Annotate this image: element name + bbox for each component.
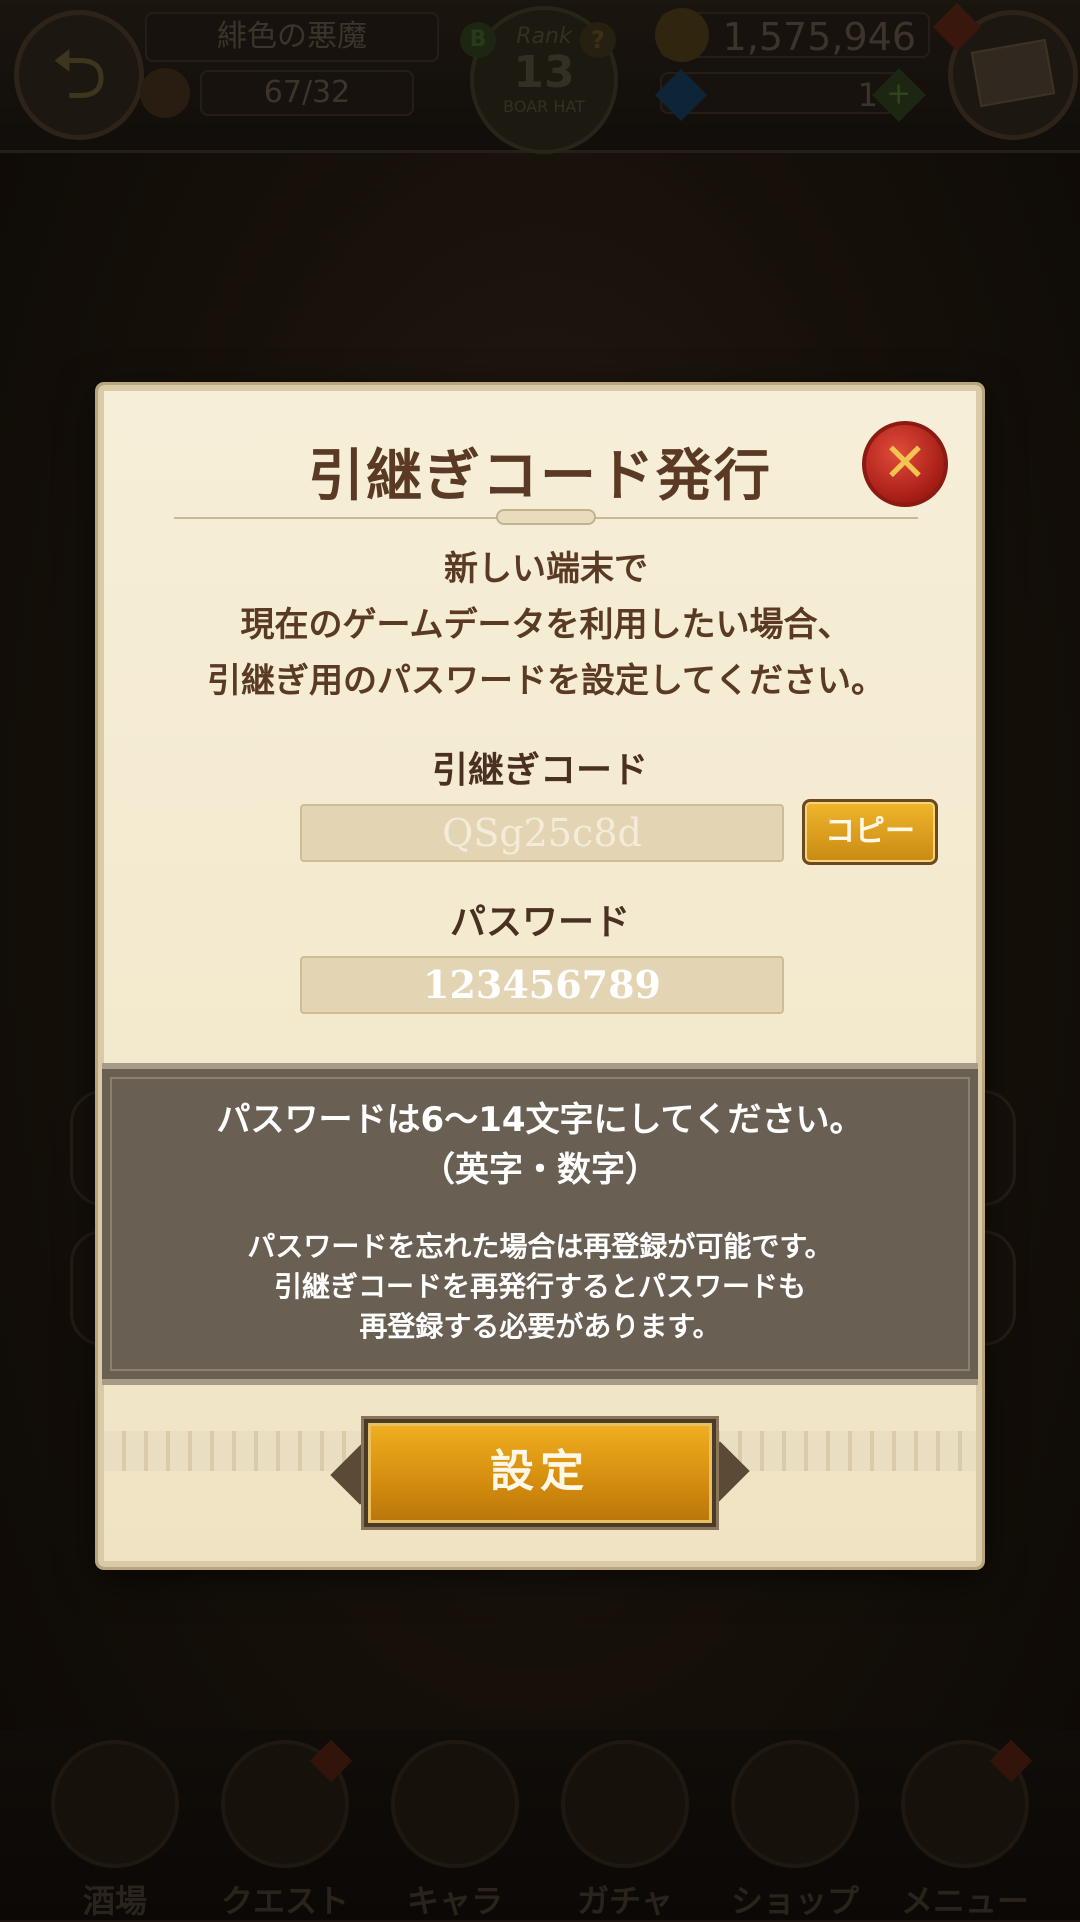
- password-note: パスワードを忘れた場合は再登録が可能です。 引継ぎコードを再発行するとパスワード…: [102, 1227, 978, 1347]
- copy-button[interactable]: コピー: [802, 799, 938, 865]
- transfer-code-label: 引継ぎコード: [431, 750, 648, 791]
- password-rules: パスワードは6〜14文字にしてください。 （英字・数字）: [102, 1095, 978, 1195]
- description-line: 新しい端末で: [444, 549, 648, 589]
- password-label: パスワード: [449, 902, 630, 943]
- password-input[interactable]: 123456789: [300, 956, 784, 1014]
- close-icon: ✕: [882, 431, 928, 494]
- note-line: パスワードを忘れた場合は再登録が可能です。: [247, 1230, 833, 1263]
- rule-line: （英字・数字）: [421, 1150, 659, 1190]
- note-line: 再登録する必要があります。: [359, 1310, 721, 1343]
- dialog-description: 新しい端末で 現在のゲームデータを利用したい場合、 引継ぎ用のパスワードを設定し…: [124, 541, 968, 709]
- set-password-button[interactable]: 設定: [364, 1419, 716, 1527]
- description-line: 引継ぎ用のパスワードを設定してください。: [207, 661, 885, 701]
- note-line: 引継ぎコードを再発行するとパスワードも: [273, 1270, 806, 1303]
- password-info-panel: パスワードは6〜14文字にしてください。 （英字・数字） パスワードを忘れた場合…: [102, 1063, 978, 1385]
- transfer-code-field: QSg25c8d: [300, 804, 784, 862]
- description-line: 現在のゲームデータを利用したい場合、: [240, 605, 852, 645]
- close-button[interactable]: ✕: [862, 421, 948, 507]
- rule-line: パスワードは6〜14文字にしてください。: [216, 1100, 864, 1140]
- transfer-code-dialog: 引継ぎコード発行 ✕ 新しい端末で 現在のゲームデータを利用したい場合、 引継ぎ…: [98, 385, 982, 1567]
- title-ornament: [496, 509, 596, 525]
- dialog-title: 引継ぎコード発行: [308, 444, 772, 509]
